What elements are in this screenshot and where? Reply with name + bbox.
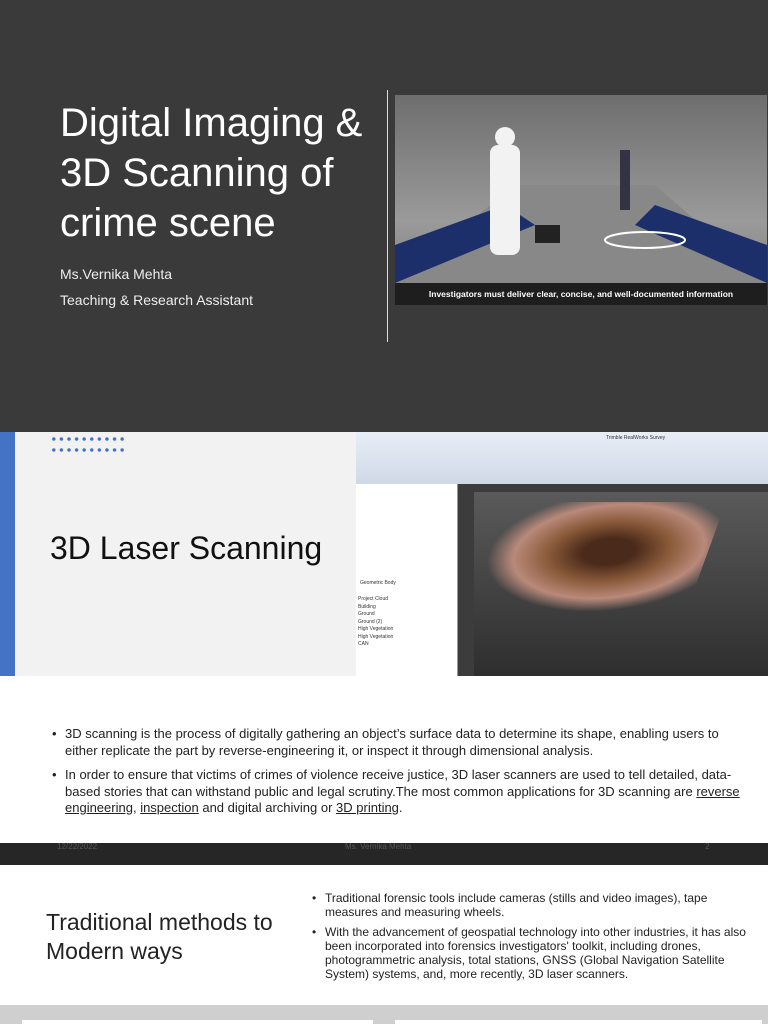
link-inspection[interactable]: inspection bbox=[140, 800, 199, 815]
slide-title: Traditional methods to Modern ways bbox=[46, 909, 273, 964]
project-panel: Geometric Body Project Cloud Building Gr… bbox=[356, 484, 458, 676]
list-item: High Vegetation bbox=[358, 633, 394, 640]
list-item: CAN bbox=[358, 641, 369, 647]
laser-scanning-slide: 3D Laser Scanning Trimble RealWorks Surv… bbox=[0, 432, 768, 676]
scanning-software-screenshot: Trimble RealWorks Survey Geometric Body … bbox=[356, 432, 768, 676]
scanning-description: 3D scanning is the process of digitally … bbox=[0, 676, 768, 843]
bullet-item: In order to ensure that victims of crime… bbox=[52, 767, 742, 817]
list-item: High Vegetation bbox=[358, 626, 394, 632]
software-ribbon: Trimble RealWorks Survey bbox=[356, 432, 768, 484]
bullet-text: and digital archiving or bbox=[198, 800, 337, 815]
footer-author: Ms. Vernika Mehta bbox=[345, 842, 412, 851]
bullet-text: . bbox=[398, 800, 403, 815]
layer-select: Geometric Body bbox=[360, 580, 396, 586]
software-title: Trimble RealWorks Survey bbox=[606, 435, 666, 441]
traditional-methods-slide: Traditional methods to Modern ways Tradi… bbox=[0, 865, 768, 1005]
dots-decoration bbox=[50, 448, 126, 452]
dots-decoration bbox=[50, 437, 126, 441]
divider bbox=[387, 90, 388, 342]
list-item: Ground bbox=[358, 611, 375, 617]
bullet-text: In order to ensure that victims of crime… bbox=[65, 767, 732, 799]
bullet-item: 3D scanning is the process of digitally … bbox=[52, 726, 742, 759]
point-cloud-pit bbox=[465, 502, 727, 612]
content-card bbox=[22, 1020, 373, 1030]
list-item: Ground (2) bbox=[358, 618, 383, 625]
slide-footer: 12/22/2022 Ms. Vernika Mehta 2 bbox=[0, 843, 768, 865]
author-role: Teaching & Research Assistant bbox=[60, 292, 253, 308]
list-item: Project Cloud bbox=[358, 596, 389, 602]
slide-title: 3D Laser Scanning bbox=[50, 530, 323, 566]
crime-scene-graphic bbox=[395, 127, 767, 283]
bullet-item: With the advancement of geospatial techn… bbox=[312, 925, 752, 981]
footer-page: 2 bbox=[705, 842, 710, 851]
cloud-list: Project Cloud Building Ground Ground (2)… bbox=[358, 596, 456, 649]
footer-date: 12/22/2022 bbox=[57, 842, 98, 851]
crime-scene-illustration: Investigators must deliver clear, concis… bbox=[395, 95, 767, 305]
accent-bar bbox=[0, 432, 15, 676]
title-slide: Digital Imaging & 3D Scanning of crime s… bbox=[0, 0, 768, 432]
link-3d-printing[interactable]: 3D printing bbox=[336, 800, 399, 815]
image-caption: Investigators must deliver clear, concis… bbox=[395, 283, 767, 305]
slide-title: Digital Imaging & 3D Scanning of crime s… bbox=[60, 101, 363, 245]
author-name: Ms.Vernika Mehta bbox=[60, 266, 173, 282]
next-slide bbox=[0, 1005, 768, 1030]
content-card bbox=[395, 1020, 762, 1030]
bullet-item: Traditional forensic tools include camer… bbox=[312, 891, 752, 919]
list-item: Building bbox=[358, 603, 376, 610]
